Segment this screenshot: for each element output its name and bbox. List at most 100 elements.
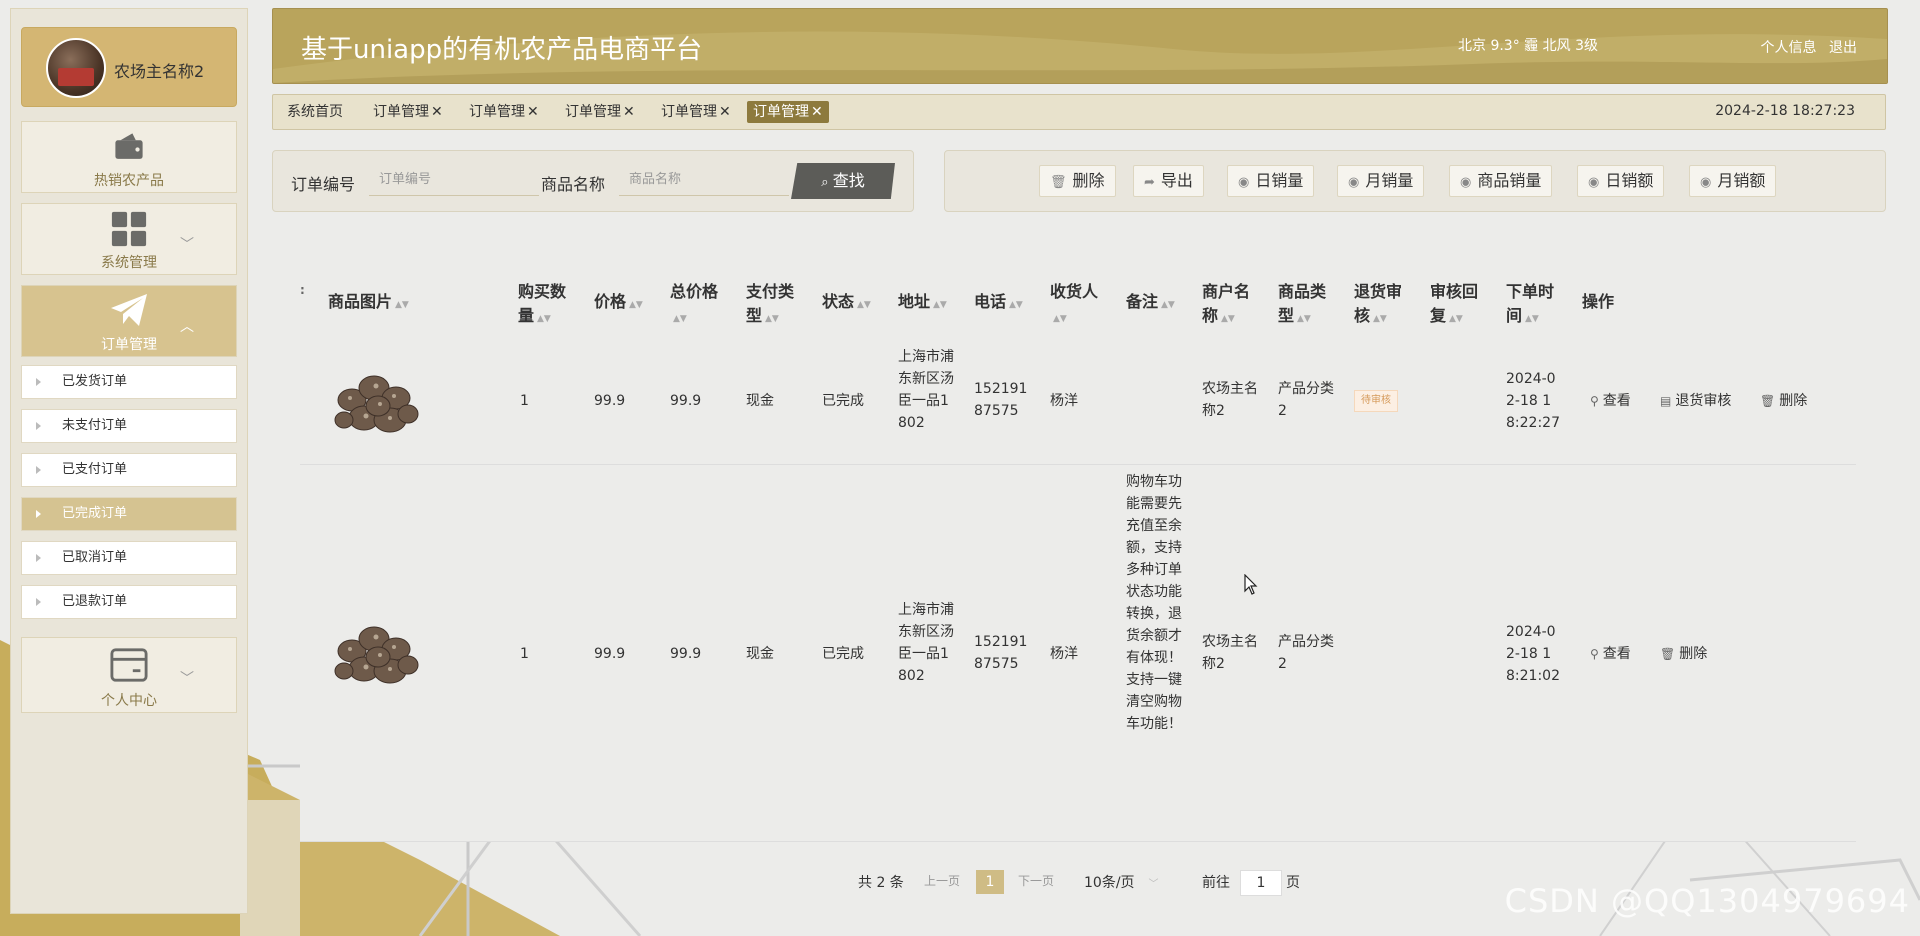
- col-ops: 操作: [1582, 292, 1615, 311]
- cell-time: 2024-02-18 18:22:27: [1506, 371, 1560, 431]
- close-icon[interactable]: ✕: [527, 104, 539, 120]
- close-icon[interactable]: ✕: [811, 104, 823, 120]
- page-number-current[interactable]: 1: [976, 870, 1004, 894]
- search-panel: 订单编号 订单编号 商品名称 商品名称 ⌕ 查找: [272, 150, 914, 212]
- goto-label: 前往: [1202, 875, 1230, 891]
- sidebar-subitem-unpaid[interactable]: 未支付订单: [21, 409, 237, 443]
- delete-row-button[interactable]: 🗑 删除: [1760, 390, 1807, 410]
- cell-receiver: 杨洋: [1050, 646, 1078, 662]
- sidebar-item-hot-products[interactable]: 热销农产品: [21, 121, 237, 193]
- close-icon[interactable]: ✕: [431, 104, 443, 120]
- tab-orders-3[interactable]: 订单管理 ✕: [559, 101, 641, 123]
- col-reply[interactable]: 审核回复 ▲▼: [1430, 280, 1486, 331]
- cell-price: 99.9: [594, 646, 626, 662]
- col-phone[interactable]: 电话 ▲▼: [974, 290, 1023, 317]
- page-unit-label: 页: [1286, 875, 1300, 891]
- product-image[interactable]: [330, 611, 422, 695]
- col-status[interactable]: 状态 ▲▼: [822, 290, 871, 317]
- tab-orders-4[interactable]: 订单管理 ✕: [655, 101, 737, 123]
- search-icon: ⚲: [1590, 394, 1599, 408]
- cell-pay-type: 现金: [746, 646, 774, 662]
- col-price[interactable]: 价格 ▲▼: [594, 290, 643, 317]
- user-name: 农场主名称2: [114, 62, 205, 81]
- order-no-input[interactable]: 订单编号: [369, 165, 539, 196]
- product-name-label: 商品名称: [541, 175, 606, 194]
- search-icon: ⚲: [1590, 647, 1599, 661]
- sidebar-item-personal[interactable]: 个人中心 ﹀: [21, 637, 237, 713]
- sidebar-subitem-cancelled[interactable]: 已取消订单: [21, 541, 237, 575]
- delete-row-button[interactable]: 🗑 删除: [1660, 643, 1707, 663]
- target-icon: ◉: [1588, 175, 1600, 190]
- daily-revenue-button[interactable]: ◉ 日销额: [1577, 165, 1665, 197]
- sidebar-subitem-completed[interactable]: 已完成订单: [21, 497, 237, 531]
- status-badge: 待审核: [1354, 390, 1398, 412]
- tab-orders-1[interactable]: 订单管理 ✕: [367, 101, 449, 123]
- user-card[interactable]: 农场主名称2: [21, 27, 237, 107]
- cell-merchant: 农场主名称2: [1202, 634, 1258, 672]
- cell-receiver: 杨洋: [1050, 393, 1078, 409]
- wallet-icon: [115, 133, 143, 159]
- view-button[interactable]: ⚲ 查看: [1590, 390, 1631, 410]
- product-image[interactable]: [330, 360, 422, 444]
- trash-icon: 🗑: [1050, 175, 1067, 190]
- page-size-select[interactable]: 10条/页 ﹀: [1084, 872, 1159, 892]
- close-icon[interactable]: ✕: [719, 104, 731, 120]
- sidebar-item-label: 个人中心: [101, 693, 157, 709]
- product-name-input[interactable]: 商品名称: [619, 165, 789, 196]
- watermark: CSDN @QQ1304979694: [1504, 882, 1910, 920]
- monthly-revenue-button[interactable]: ◉ 月销额: [1689, 165, 1777, 197]
- delete-button[interactable]: 🗑 删除: [1039, 165, 1116, 197]
- cell-pay-type: 现金: [746, 393, 774, 409]
- goto-page-input[interactable]: 1: [1240, 870, 1282, 896]
- col-category[interactable]: 商品类型 ▲▼: [1278, 280, 1334, 331]
- order-no-label: 订单编号: [291, 175, 356, 194]
- cell-status: 已完成: [822, 646, 864, 662]
- col-time[interactable]: 下单时间 ▲▼: [1506, 280, 1562, 331]
- sidebar-item-system[interactable]: 系统管理 ﹀: [21, 203, 237, 275]
- tab-orders-2[interactable]: 订单管理 ✕: [463, 101, 545, 123]
- close-icon[interactable]: ✕: [623, 104, 635, 120]
- next-page-button[interactable]: 下一页: [1018, 872, 1054, 889]
- search-button[interactable]: ⌕ 查找: [791, 163, 895, 199]
- col-refund[interactable]: 退货审核 ▲▼: [1354, 280, 1410, 331]
- chevron-down-icon: ﹀: [180, 671, 194, 687]
- export-button[interactable]: ➦ 导出: [1133, 165, 1204, 197]
- prev-page-button[interactable]: 上一页: [924, 872, 960, 889]
- sidebar-item-orders[interactable]: 订单管理 ︿: [21, 285, 237, 357]
- scroll-edge-marker: :: [300, 283, 305, 297]
- refund-review-button[interactable]: ▤ 退货审核: [1660, 390, 1731, 410]
- col-pay-type[interactable]: 支付类型 ▲▼: [746, 280, 802, 331]
- col-merchant[interactable]: 商户名称 ▲▼: [1202, 280, 1258, 331]
- trash-icon: 🗑: [1660, 647, 1676, 661]
- cell-address: 上海市浦东新区汤臣一品1802: [898, 349, 954, 431]
- col-image[interactable]: 商品图片 ▲▼: [328, 290, 409, 317]
- cell-phone: 15219187575: [974, 381, 1028, 419]
- table-row: 1 99.9 99.9 现金 已完成 上海市浦东新区汤臣一品1802 15219…: [300, 338, 1856, 465]
- sidebar-subitem-refunded[interactable]: 已退款订单: [21, 585, 237, 619]
- col-address[interactable]: 地址 ▲▼: [898, 290, 947, 317]
- avatar: [46, 38, 106, 98]
- cell-price: 99.9: [594, 393, 626, 409]
- tab-orders-active[interactable]: 订单管理 ✕: [747, 101, 829, 123]
- chevron-down-icon: ﹀: [180, 237, 194, 253]
- col-total[interactable]: 总价格▲▼: [670, 280, 726, 331]
- orders-table: : 商品图片 ▲▼ 购买数量 ▲▼ 价格 ▲▼ 总价格▲▼ 支付类型 ▲▼ 状态 ▲▼ 地…: [300, 272, 1856, 842]
- cell-qty: 1: [520, 646, 529, 662]
- profile-link[interactable]: 个人信息: [1761, 40, 1817, 56]
- sidebar-subitem-shipped[interactable]: 已发货订单: [21, 365, 237, 399]
- daily-sales-button[interactable]: ◉ 日销量: [1227, 165, 1315, 197]
- sidebar-item-label: 系统管理: [101, 255, 157, 271]
- view-button[interactable]: ⚲ 查看: [1590, 643, 1631, 663]
- monthly-sales-button[interactable]: ◉ 月销量: [1337, 165, 1425, 197]
- tab-home[interactable]: 系统首页: [281, 101, 349, 123]
- table-row: 1 99.9 99.9 现金 已完成 上海市浦东新区汤臣一品1802 15219…: [300, 465, 1856, 842]
- sidebar-subitem-paid[interactable]: 已支付订单: [21, 453, 237, 487]
- col-note[interactable]: 备注 ▲▼: [1126, 290, 1175, 317]
- cell-address: 上海市浦东新区汤臣一品1802: [898, 602, 954, 684]
- col-receiver[interactable]: 收货人▲▼: [1050, 280, 1106, 331]
- datetime: 2024-2-18 18:27:23: [1715, 103, 1855, 119]
- logout-link[interactable]: 退出: [1829, 40, 1857, 56]
- col-qty[interactable]: 购买数量 ▲▼: [518, 280, 576, 331]
- tab-bar: 系统首页 订单管理 ✕ 订单管理 ✕ 订单管理 ✕ 订单管理 ✕ 订单管理 ✕ 2024-…: [272, 94, 1886, 130]
- product-sales-button[interactable]: ◉ 商品销量: [1449, 165, 1553, 197]
